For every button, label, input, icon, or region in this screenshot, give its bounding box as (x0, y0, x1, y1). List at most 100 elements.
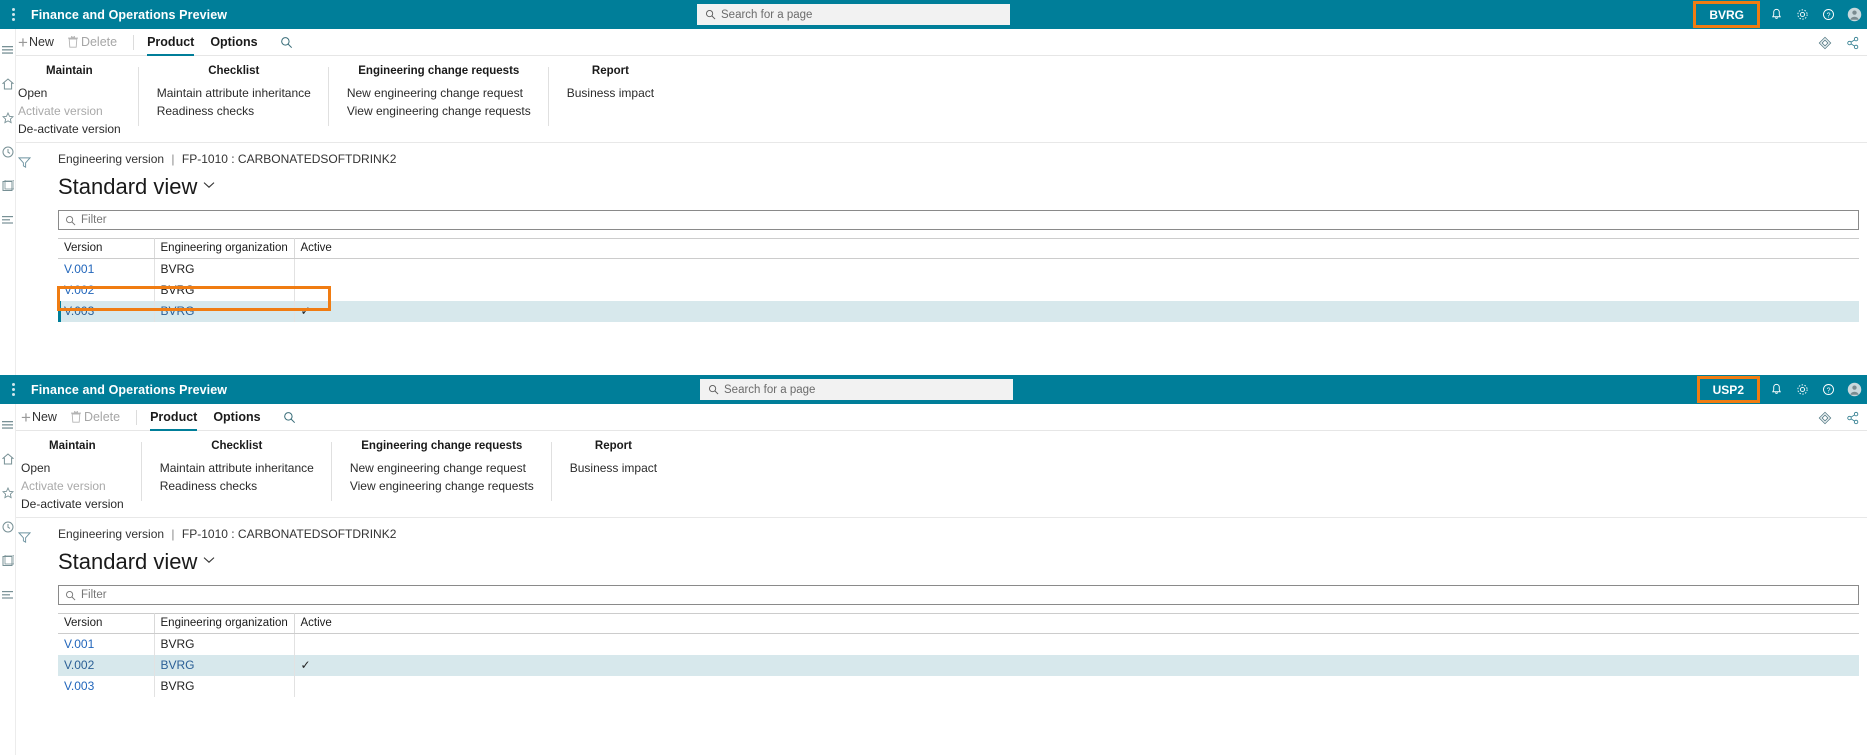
share-icon[interactable] (1839, 29, 1867, 56)
share-icon[interactable] (1839, 404, 1867, 431)
modules-list-icon[interactable] (0, 203, 16, 237)
table-row[interactable]: V.001 BVRG (58, 258, 1859, 280)
hamburger-menu-icon[interactable] (0, 33, 16, 67)
breadcrumb-1: Engineering version | FP-1010 : CARBONAT… (48, 143, 1867, 166)
tab-options-1[interactable]: Options (210, 29, 257, 56)
ribbon-item-readiness-checks-1[interactable]: Readiness checks (157, 102, 311, 120)
page-title-container-2[interactable]: Standard view (48, 541, 1867, 575)
favorites-star-icon[interactable] (0, 101, 16, 135)
chevron-down-icon[interactable] (203, 556, 215, 568)
modules-list-icon[interactable] (0, 578, 16, 612)
home-icon[interactable] (0, 67, 16, 101)
home-icon[interactable] (0, 442, 16, 476)
recent-clock-icon[interactable] (0, 135, 16, 169)
ribbon-item-open-2[interactable]: Open (21, 459, 124, 477)
ribbon-item-view-ecr-1[interactable]: View engineering change requests (347, 102, 531, 120)
app-menu-dots-icon[interactable] (0, 375, 26, 404)
notification-bell-icon[interactable] (1763, 375, 1789, 404)
table-row-selected[interactable]: V.002 BVRG ✓ (58, 654, 1859, 676)
global-search-input-1[interactable]: Search for a page (697, 4, 1010, 25)
workspaces-icon[interactable] (0, 169, 16, 203)
column-header-active-1[interactable]: Active (294, 238, 1859, 259)
chevron-down-icon[interactable] (203, 181, 215, 193)
left-nav-rail-1 (0, 29, 16, 375)
global-search-input-2[interactable]: Search for a page (700, 379, 1013, 400)
ribbon-item-business-impact-1[interactable]: Business impact (567, 84, 654, 102)
column-header-version-2[interactable]: Version (58, 613, 155, 634)
breadcrumb-entity-1[interactable]: Engineering version (58, 152, 164, 166)
ribbon-item-new-ecr-1[interactable]: New engineering change request (347, 84, 531, 102)
user-avatar-icon[interactable] (1841, 375, 1867, 404)
toolbar-search-icon-2[interactable] (283, 404, 296, 431)
help-question-icon[interactable]: ? (1815, 375, 1841, 404)
ribbon-item-deactivate-version-2[interactable]: De-activate version (21, 495, 124, 513)
tab-product-2[interactable]: Product (150, 404, 198, 431)
page-title-container-1[interactable]: Standard view (48, 166, 1867, 200)
attachment-diamond-icon[interactable] (1811, 29, 1839, 56)
delete-button-1[interactable]: Delete (67, 29, 117, 56)
table-row[interactable]: V.003 BVRG (58, 675, 1859, 697)
ribbon-item-maintain-attribute-inheritance-2[interactable]: Maintain attribute inheritance (160, 459, 314, 477)
screenshot-root: Finance and Operations Preview Search fo… (0, 0, 1867, 755)
attachment-diamond-icon[interactable] (1811, 404, 1839, 431)
tab-options-2[interactable]: Options (213, 404, 260, 431)
column-header-organization-1[interactable]: Engineering organization (154, 238, 295, 259)
settings-gear-icon[interactable] (1789, 0, 1815, 29)
company-badge-2[interactable]: USP2 (1706, 381, 1751, 399)
company-badge-highlight-1: BVRG (1693, 1, 1760, 28)
ribbon-item-activate-version-1[interactable]: Activate version (18, 102, 121, 120)
toolbar-search-icon-1[interactable] (280, 29, 293, 56)
filter-input-1[interactable]: Filter (58, 210, 1859, 230)
tab-product-1[interactable]: Product (147, 29, 195, 56)
cell-version[interactable]: V.002 (58, 279, 155, 301)
user-avatar-icon[interactable] (1841, 0, 1867, 29)
new-button-1[interactable]: + New (18, 29, 54, 56)
cell-version[interactable]: V.001 (58, 258, 155, 280)
app-menu-dots-icon[interactable] (0, 0, 26, 29)
table-row[interactable]: V.001 BVRG (58, 633, 1859, 655)
ribbon-group-title: Maintain (49, 440, 96, 452)
table-row[interactable]: V.002 BVRG (58, 279, 1859, 301)
table-row-selected[interactable]: V.003 BVRG ✓ (58, 300, 1859, 322)
notification-bell-icon[interactable] (1763, 0, 1789, 29)
version-link[interactable]: V.002 (64, 283, 94, 297)
ribbon-item-deactivate-version-1[interactable]: De-activate version (18, 120, 121, 138)
breadcrumb-entity-2[interactable]: Engineering version (58, 527, 164, 541)
new-button-2[interactable]: + New (21, 404, 57, 431)
version-link[interactable]: V.003 (64, 679, 94, 693)
workspaces-icon[interactable] (0, 544, 16, 578)
ribbon-group-title: Checklist (211, 440, 263, 452)
filter-funnel-icon[interactable] (17, 531, 31, 697)
filter-input-2[interactable]: Filter (58, 585, 1859, 605)
ribbon-item-business-impact-2[interactable]: Business impact (570, 459, 657, 477)
cell-version[interactable]: V.003 (58, 675, 155, 697)
ribbon-item-open-1[interactable]: Open (18, 84, 121, 102)
grid-header-row-1: Version Engineering organization Active (58, 238, 1859, 259)
ribbon-item-maintain-attribute-inheritance-1[interactable]: Maintain attribute inheritance (157, 84, 311, 102)
delete-button-2[interactable]: Delete (70, 404, 120, 431)
hamburger-menu-icon[interactable] (0, 408, 16, 442)
recent-clock-icon[interactable] (0, 510, 16, 544)
column-header-organization-2[interactable]: Engineering organization (154, 613, 295, 634)
ribbon-group-ecr-1: Engineering change requests New engineer… (329, 65, 549, 142)
ribbon-item-activate-version-2[interactable]: Activate version (21, 477, 124, 495)
favorites-star-icon[interactable] (0, 476, 16, 510)
versions-grid-1: Version Engineering organization Active … (58, 238, 1859, 322)
toolbar-right-icons-2 (1811, 404, 1867, 431)
settings-gear-icon[interactable] (1789, 375, 1815, 404)
version-link[interactable]: V.003 (64, 304, 94, 318)
filter-funnel-icon[interactable] (17, 156, 31, 322)
version-link[interactable]: V.002 (64, 658, 94, 672)
cell-version-focused[interactable]: V.002 (58, 654, 155, 676)
column-header-active-2[interactable]: Active (294, 613, 1859, 634)
ribbon-item-readiness-checks-2[interactable]: Readiness checks (160, 477, 314, 495)
cell-version[interactable]: V.003 (58, 300, 155, 322)
column-header-version-1[interactable]: Version (58, 238, 155, 259)
version-link[interactable]: V.001 (64, 262, 94, 276)
ribbon-item-new-ecr-2[interactable]: New engineering change request (350, 459, 534, 477)
cell-version[interactable]: V.001 (58, 633, 155, 655)
version-link[interactable]: V.001 (64, 637, 94, 651)
help-question-icon[interactable]: ? (1815, 0, 1841, 29)
company-badge-1[interactable]: BVRG (1702, 6, 1751, 24)
ribbon-item-view-ecr-2[interactable]: View engineering change requests (350, 477, 534, 495)
